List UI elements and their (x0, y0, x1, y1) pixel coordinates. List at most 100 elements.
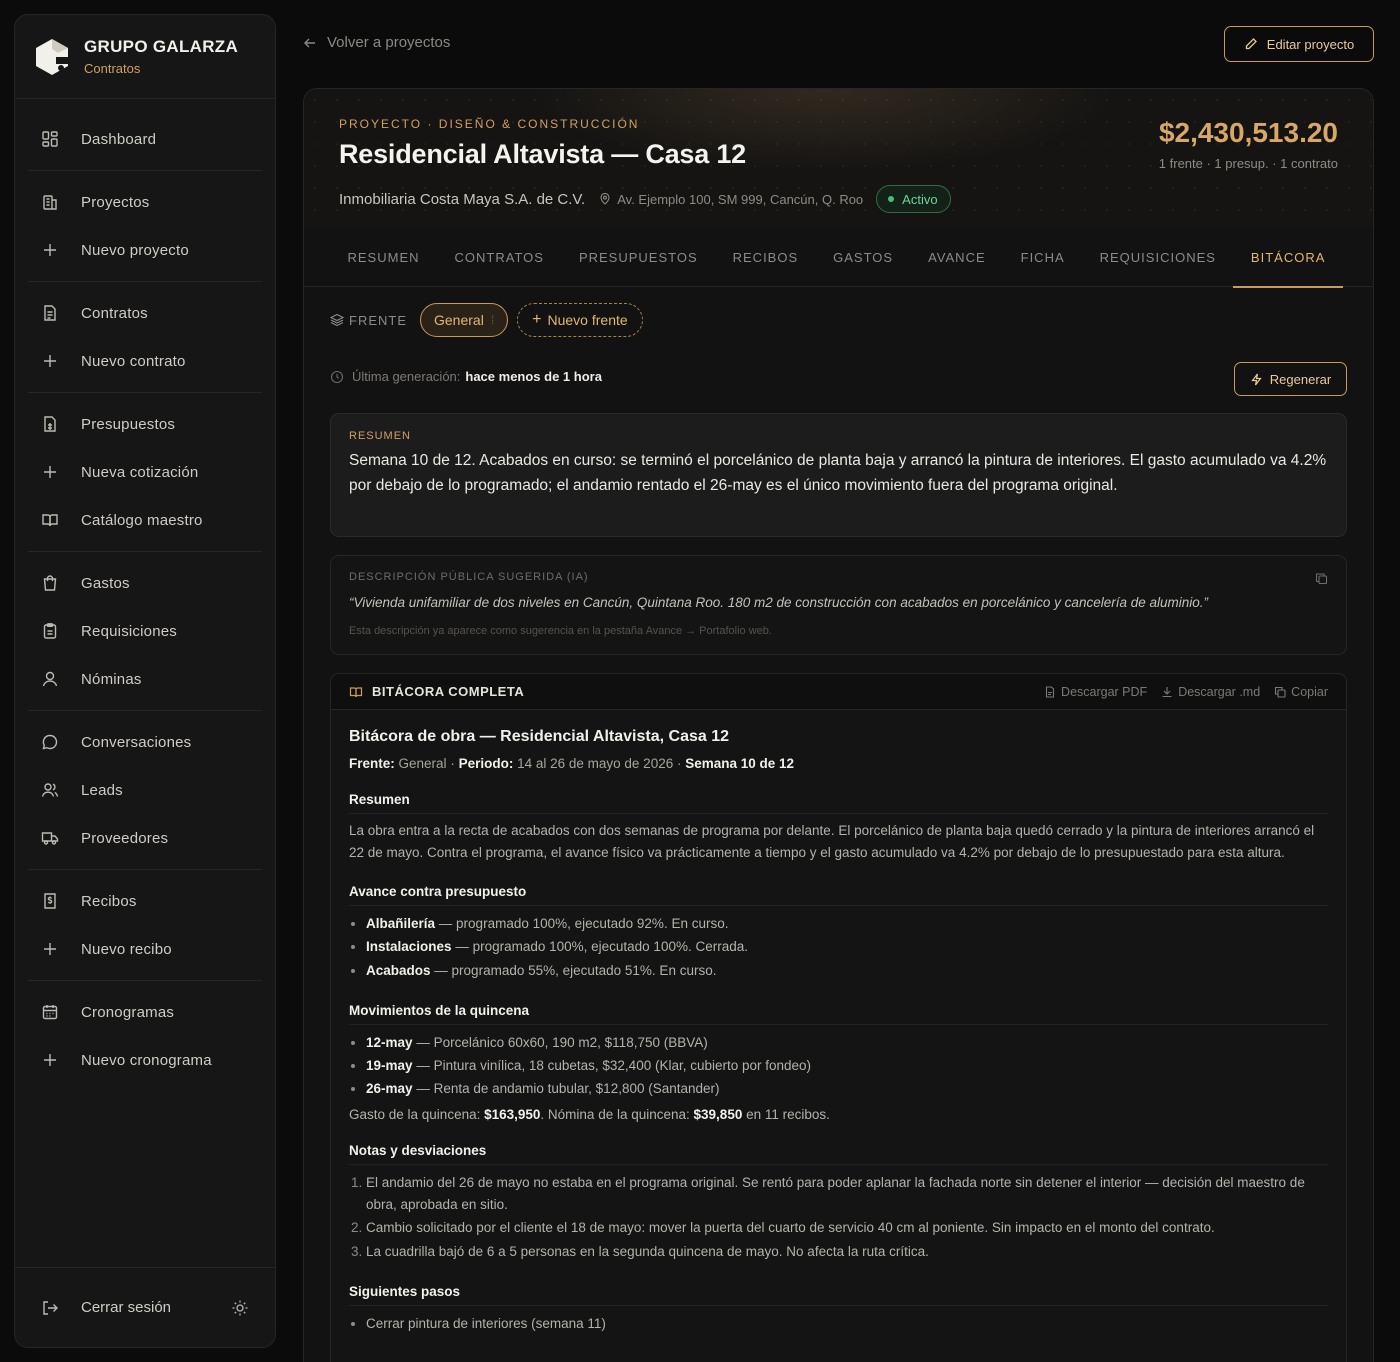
movimientos-list: 12-may — Porcelánico 60x60, 190 m2, $118… (349, 1032, 1328, 1101)
tab-requisiciones[interactable]: REQUISICIONES (1082, 227, 1233, 287)
sidebar-item-contratos[interactable]: Contratos (28, 289, 262, 337)
tab-bitacora[interactable]: BITÁCORA (1233, 227, 1344, 288)
page-title: Residencial Altavista — Casa 12 (339, 139, 747, 169)
plus-icon (44, 466, 56, 478)
sidebar-divider (28, 392, 262, 393)
status-badge: Activo (876, 185, 951, 213)
meta-periodo-label: Periodo: (458, 756, 514, 771)
last-generation-value: hace menos de 1 hora (465, 369, 602, 384)
theme-toggle-sun-icon[interactable] (231, 1299, 249, 1317)
sidebar-item-label: Dashboard (81, 130, 157, 148)
sidebar-item-proveedores[interactable]: Proveedores (28, 814, 262, 862)
public-description-card: DESCRIPCIÓN PÚBLICA SUGERIDA (IA) “Vivie… (330, 555, 1347, 655)
drag-handle-icon[interactable]: ⁞ (491, 313, 494, 327)
tab-resumen[interactable]: RESUMEN (330, 227, 437, 287)
sidebar-item-nuevo-contrato[interactable]: Nuevo contrato (28, 337, 262, 385)
section-heading-movimientos: Movimientos de la quincena (349, 1003, 1328, 1025)
gasto-label: Gasto de la quincena: (349, 1107, 481, 1123)
sidebar-item-label: Conversaciones (81, 733, 192, 751)
brand[interactable]: GRUPO GALARZA Contratos (15, 15, 275, 99)
meta-frente-label: Frente: (349, 756, 395, 771)
client-name: Inmobiliaria Costa Maya S.A. de C.V. (339, 190, 586, 208)
clipboard-icon (43, 623, 57, 639)
sidebar-item-requisiciones[interactable]: Requisiciones (28, 607, 262, 655)
avance-list: Albañilería — programado 100%, ejecutado… (349, 913, 1328, 982)
document-meta: Frente: General · Periodo: 14 al 26 de m… (349, 756, 795, 771)
tab-avance[interactable]: AVANCE (911, 227, 1004, 287)
item-text: — programado 55%, ejecutado 51%. En curs… (434, 962, 717, 978)
sidebar-item-catalogo-maestro[interactable]: Catálogo maestro (28, 496, 262, 544)
nomina-label: . Nómina de la quincena: (540, 1107, 690, 1123)
sidebar-item-nominas[interactable]: Nóminas (28, 655, 262, 703)
sidebar-item-nuevo-cronograma[interactable]: Nuevo cronograma (28, 1036, 262, 1084)
sidebar-item-label: Nuevo cronograma (81, 1051, 212, 1069)
item-text: — Pintura vinílica, 18 cubetas, $32,400 … (416, 1057, 812, 1073)
frente-chip-general[interactable]: General ⁞ (420, 303, 509, 337)
sidebar-item-label: Cronogramas (81, 1003, 175, 1021)
nomina-value: $39,850 (693, 1107, 743, 1123)
plus-icon (44, 943, 56, 955)
item-date: 19-may (366, 1057, 413, 1073)
user-icon (42, 671, 58, 687)
edit-project-button[interactable]: Editar proyecto (1224, 26, 1374, 62)
item-text: — Porcelánico 60x60, 190 m2, $118,750 (B… (416, 1034, 708, 1050)
sidebar-item-nueva-cotizacion[interactable]: Nueva cotización (28, 448, 262, 496)
download-pdf-button[interactable]: Descargar PDF (1044, 685, 1147, 699)
tab-ficha[interactable]: FICHA (1003, 227, 1082, 287)
sidebar-item-leads[interactable]: Leads (28, 766, 262, 814)
public-description-label: DESCRIPCIÓN PÚBLICA SUGERIDA (IA) (349, 571, 589, 583)
meta-periodo-value: 14 al 26 de mayo de 2026 (517, 756, 674, 771)
sidebar-item-presupuestos[interactable]: Presupuestos (28, 400, 262, 448)
pasos-list: Cerrar pintura de interiores (semana 11) (349, 1313, 1328, 1335)
project-header: PROYECTO · DISEÑO & CONSTRUCCIÓN Residen… (304, 89, 1373, 227)
list-item: Cambio solicitado por el cliente el 18 d… (366, 1217, 1328, 1239)
sidebar-divider (28, 551, 262, 552)
sidebar: GRUPO GALARZA Contratos Dashboard Proyec… (14, 14, 276, 1348)
tab-gastos[interactable]: GASTOS (816, 227, 911, 287)
bitacora-header: BITÁCORA COMPLETA Descargar PDF Descarga… (331, 674, 1346, 710)
tab-recibos[interactable]: RECIBOS (715, 227, 816, 287)
new-frente-label: Nuevo frente (547, 312, 628, 328)
tab-presupuestos[interactable]: PRESUPUESTOS (561, 227, 715, 287)
sidebar-item-proyectos[interactable]: Proyectos (28, 178, 262, 226)
copy-icon[interactable] (1315, 572, 1328, 585)
sidebar-item-label: Nuevo contrato (81, 352, 186, 370)
sidebar-item-nuevo-proyecto[interactable]: Nuevo proyecto (28, 226, 262, 274)
back-link[interactable]: Volver a proyectos (303, 34, 450, 51)
receipt-icon (44, 893, 56, 909)
plus-icon (44, 244, 56, 256)
project-amount-summary: 1 frente · 1 presup. · 1 contrato (1158, 156, 1338, 171)
section-heading-avance: Avance contra presupuesto (349, 884, 1328, 906)
sidebar-item-gastos[interactable]: Gastos (28, 559, 262, 607)
new-frente-button[interactable]: + Nuevo frente (517, 303, 643, 337)
logout-button[interactable]: Cerrar sesión (81, 1299, 231, 1316)
sidebar-item-conversaciones[interactable]: Conversaciones (28, 718, 262, 766)
plus-icon: + (532, 311, 542, 328)
logout-icon[interactable] (41, 1299, 59, 1317)
frente-selector: FRENTE General ⁞ + Nuevo frente (330, 303, 643, 337)
project-amount: $2,430,513.20 (1158, 117, 1338, 148)
sidebar-nav: Dashboard Proyectos Nuevo proyecto Contr… (15, 99, 275, 1084)
sidebar-divider (28, 980, 262, 981)
copy-icon (1275, 686, 1286, 698)
sidebar-item-label: Nuevo proyecto (81, 241, 189, 259)
download-md-button[interactable]: Descargar .md (1161, 685, 1260, 699)
sidebar-item-label: Gastos (81, 574, 130, 592)
frente-label: FRENTE (330, 313, 407, 328)
resumen-paragraph: La obra entra a la recta de acabados con… (349, 823, 1315, 860)
users-icon (41, 783, 59, 797)
public-description-text: “Vivienda unifamiliar de dos niveles en … (349, 595, 1209, 610)
sidebar-item-nuevo-recibo[interactable]: Nuevo recibo (28, 925, 262, 973)
sidebar-item-cronogramas[interactable]: Cronogramas (28, 988, 262, 1036)
tab-contratos[interactable]: CONTRATOS (437, 227, 561, 287)
last-generation: Última generación: hace menos de 1 hora (330, 369, 602, 384)
sidebar-item-recibos[interactable]: Recibos (28, 877, 262, 925)
list-item: 12-may — Porcelánico 60x60, 190 m2, $118… (366, 1032, 1328, 1054)
address-text: Av. Ejemplo 100, SM 999, Cancún, Q. Roo (617, 191, 864, 207)
dashboard-icon (42, 131, 58, 147)
regenerate-button[interactable]: Regenerar (1234, 362, 1347, 396)
sidebar-item-dashboard[interactable]: Dashboard (28, 115, 262, 163)
summary-label: RESUMEN (349, 430, 412, 442)
copy-button[interactable]: Copiar (1274, 685, 1328, 699)
notas-list: El andamio del 26 de mayo no estaba en e… (349, 1172, 1328, 1263)
